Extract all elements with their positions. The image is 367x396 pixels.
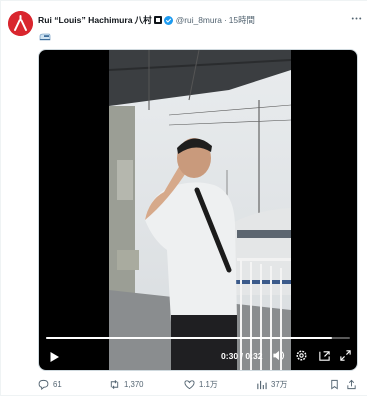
reply-icon	[38, 379, 49, 390]
picture-in-picture-icon[interactable]	[318, 349, 331, 362]
author-kanji[interactable]: 八村	[135, 14, 152, 26]
tweet-header: Rui “Louis” Hachimura 八村 @rui_8mura · 15…	[38, 12, 359, 28]
reply-button[interactable]: 61	[38, 377, 62, 391]
fullscreen-icon[interactable]	[339, 349, 352, 362]
video-progress-bar[interactable]	[46, 337, 350, 339]
like-count: 1.1万	[199, 379, 218, 389]
heart-icon	[184, 379, 195, 389]
volume-icon[interactable]	[272, 349, 285, 362]
bookmark-icon	[331, 379, 338, 390]
tweet-timestamp[interactable]: 15時間	[229, 14, 255, 26]
avatar[interactable]	[8, 11, 33, 36]
reply-count: 61	[53, 379, 62, 389]
tweet-card[interactable]: Rui “Louis” Hachimura 八村 @rui_8mura · 15…	[0, 0, 367, 396]
video-frame[interactable]	[109, 50, 291, 370]
bookmark-button[interactable]	[329, 377, 344, 391]
share-button[interactable]	[346, 377, 361, 391]
author-handle[interactable]: @rui_8mura	[176, 15, 222, 25]
more-options-icon[interactable]	[349, 12, 363, 24]
settings-gear-icon[interactable]	[295, 349, 308, 362]
video-player[interactable]: 0:30 / 0:32	[38, 49, 358, 371]
hachimura-logo-icon	[8, 11, 33, 36]
video-timecode: 0:30 / 0:32	[221, 351, 263, 361]
play-icon[interactable]	[48, 350, 60, 362]
author-name[interactable]: Rui “Louis” Hachimura	[38, 15, 133, 25]
like-button[interactable]: 1.1万	[184, 377, 218, 391]
video-progress-fill	[46, 337, 332, 339]
affiliate-badge-icon	[153, 16, 162, 24]
verified-icon	[163, 15, 173, 25]
retweet-count: 1,370	[124, 379, 144, 389]
views-chart-icon	[257, 380, 267, 389]
share-icon	[347, 379, 356, 389]
retweet-button[interactable]: 1,370	[109, 377, 144, 391]
retweet-icon	[110, 379, 119, 389]
separator-dot: ·	[223, 15, 227, 25]
view-count: 37万	[271, 379, 288, 389]
video-controls: 0:30 / 0:32	[39, 346, 357, 366]
views-button[interactable]: 37万	[256, 377, 287, 391]
tweet-actions: 61 1,370 1.1万 37万	[38, 377, 358, 391]
train-emoji-icon	[39, 29, 51, 41]
